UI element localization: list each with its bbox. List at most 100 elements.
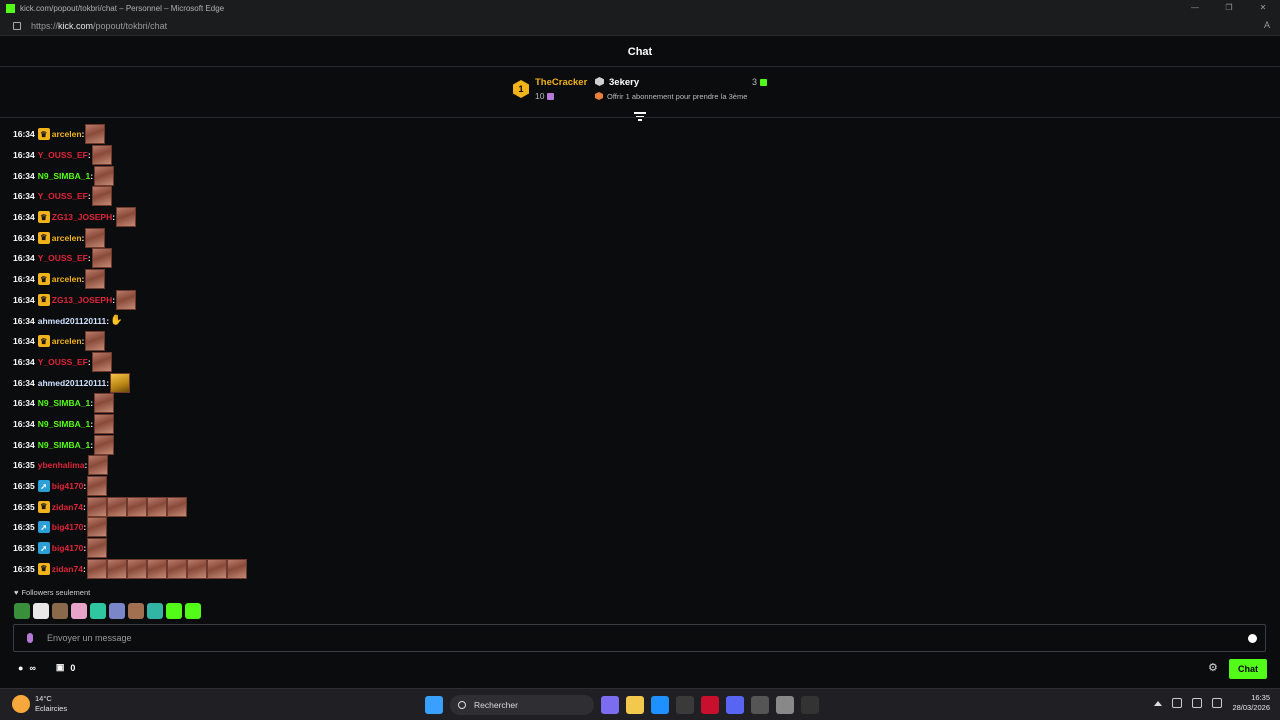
chat-emote-icon[interactable] bbox=[94, 413, 115, 434]
quick-emote-icon[interactable] bbox=[14, 603, 30, 619]
chat-emote-icon[interactable] bbox=[86, 558, 107, 579]
message-username[interactable]: ahmed201120111 bbox=[38, 378, 107, 388]
taskbar-search[interactable]: Rechercher bbox=[450, 695, 594, 715]
send-chat-button[interactable]: Chat bbox=[1229, 659, 1267, 679]
chat-emote-icon[interactable] bbox=[91, 248, 112, 269]
taskbar-app-icon[interactable] bbox=[801, 696, 819, 714]
chat-emote-icon[interactable] bbox=[146, 558, 167, 579]
chat-emote-icon[interactable] bbox=[106, 558, 127, 579]
message-username[interactable]: zidan74 bbox=[52, 564, 83, 574]
chat-emote-icon[interactable] bbox=[85, 269, 106, 290]
quick-emote-icon[interactable] bbox=[109, 603, 125, 619]
address-bar[interactable]: https:// kick.com /popout/tokbri/chat A bbox=[0, 16, 1280, 36]
chat-emote-icon[interactable] bbox=[166, 558, 187, 579]
crown-badge-icon[interactable]: ♛ bbox=[37, 273, 50, 286]
chat-emote-icon[interactable] bbox=[116, 207, 137, 228]
message-username[interactable]: Y_OUSS_EF bbox=[38, 253, 88, 263]
taskbar-app-icon[interactable] bbox=[776, 696, 794, 714]
leaderboard-second[interactable]: 3ekery bbox=[595, 77, 639, 88]
restore-button[interactable]: ❐ bbox=[1212, 0, 1246, 16]
read-aloud-icon[interactable]: A bbox=[1264, 20, 1270, 30]
windows-start-icon[interactable] bbox=[425, 696, 443, 714]
chat-emote-icon[interactable] bbox=[94, 165, 115, 186]
emoji-picker-icon[interactable] bbox=[1248, 634, 1257, 643]
crown-badge-icon[interactable]: ♛ bbox=[37, 562, 50, 575]
message-username[interactable]: big4170 bbox=[52, 543, 84, 553]
chat-emote-icon[interactable] bbox=[94, 434, 115, 455]
chat-emote-icon[interactable] bbox=[85, 331, 106, 352]
chat-emote-icon[interactable] bbox=[87, 476, 108, 497]
quick-emote-icon[interactable] bbox=[33, 603, 49, 619]
chat-emote-icon[interactable] bbox=[226, 558, 247, 579]
taskbar-app-icon[interactable] bbox=[676, 696, 694, 714]
taskbar-app-icon[interactable] bbox=[701, 696, 719, 714]
chat-emote-icon[interactable] bbox=[166, 496, 187, 517]
chat-emote-icon[interactable] bbox=[87, 517, 108, 538]
chat-emote-icon[interactable] bbox=[206, 558, 227, 579]
leaderboard-first-name[interactable]: TheCracker bbox=[535, 77, 587, 88]
message-username[interactable]: N9_SIMBA_1 bbox=[38, 398, 90, 408]
clock[interactable]: 16:35 28/03/2026 bbox=[1232, 693, 1270, 713]
quick-emote-icon[interactable] bbox=[166, 603, 182, 619]
message-username[interactable]: ZG13_JOSEPH bbox=[52, 295, 112, 305]
taskbar-app-icon[interactable] bbox=[726, 696, 744, 714]
chat-emote-icon[interactable] bbox=[85, 124, 106, 145]
quick-emote-icon[interactable] bbox=[185, 603, 201, 619]
message-username[interactable]: big4170 bbox=[52, 481, 84, 491]
weather-widget[interactable]: 14°C Eclaircies bbox=[12, 694, 67, 714]
chat-emote-icon[interactable] bbox=[91, 186, 112, 207]
message-username[interactable]: ybenhalima bbox=[38, 460, 85, 470]
network-icon[interactable] bbox=[1192, 698, 1203, 708]
message-username[interactable]: arcelen bbox=[52, 336, 82, 346]
minimize-button[interactable]: — bbox=[1178, 0, 1212, 16]
message-username[interactable]: arcelen bbox=[52, 129, 82, 139]
microphone-icon[interactable] bbox=[27, 633, 33, 643]
quick-emote-icon[interactable] bbox=[52, 603, 68, 619]
chat-emote-icon[interactable] bbox=[91, 351, 112, 372]
message-username[interactable]: Y_OUSS_EF bbox=[38, 191, 88, 201]
crown-badge-icon[interactable]: ♛ bbox=[37, 211, 50, 224]
taskbar-app-icon[interactable] bbox=[626, 696, 644, 714]
chat-emote-icon[interactable] bbox=[94, 393, 115, 414]
plane-badge-icon[interactable]: ➚ bbox=[37, 480, 50, 493]
chat-emote-icon[interactable] bbox=[87, 538, 108, 559]
quick-emote-icon[interactable] bbox=[90, 603, 106, 619]
chat-emote-icon[interactable] bbox=[110, 372, 131, 393]
leaderboard-offer[interactable]: Offrir 1 abonnement pour prendre la 3ème bbox=[595, 92, 747, 101]
message-username[interactable]: N9_SIMBA_1 bbox=[38, 419, 90, 429]
message-username[interactable]: arcelen bbox=[52, 233, 82, 243]
message-username[interactable]: Y_OUSS_EF bbox=[38, 150, 88, 160]
chat-emote-icon[interactable] bbox=[126, 558, 147, 579]
chat-emote-icon[interactable] bbox=[91, 145, 112, 166]
message-username[interactable]: Y_OUSS_EF bbox=[38, 357, 88, 367]
taskbar-app-icon[interactable] bbox=[601, 696, 619, 714]
quick-emote-icon[interactable] bbox=[71, 603, 87, 619]
chat-emote-icon[interactable] bbox=[186, 558, 207, 579]
scroll-down-filter-icon[interactable] bbox=[634, 112, 646, 121]
crown-badge-icon[interactable]: ♛ bbox=[37, 500, 50, 513]
chat-emote-icon[interactable] bbox=[88, 455, 109, 476]
chat-emote-icon[interactable] bbox=[106, 496, 127, 517]
store-icon[interactable]: ▣ bbox=[56, 662, 65, 673]
chat-emote-icon[interactable] bbox=[126, 496, 147, 517]
settings-gear-icon[interactable]: ⚙ bbox=[1208, 663, 1219, 674]
microphone-tray-icon[interactable] bbox=[1172, 698, 1183, 708]
show-hidden-icons-icon[interactable] bbox=[1154, 700, 1163, 706]
message-username[interactable]: ahmed201120111 bbox=[38, 316, 107, 326]
chat-emote-icon[interactable] bbox=[116, 289, 137, 310]
crown-badge-icon[interactable]: ♛ bbox=[37, 128, 50, 141]
crown-badge-icon[interactable]: ♛ bbox=[37, 335, 50, 348]
crown-badge-icon[interactable]: ♛ bbox=[37, 293, 50, 306]
chat-emote-icon[interactable]: ✋ bbox=[110, 315, 122, 327]
taskbar-app-icon[interactable] bbox=[751, 696, 769, 714]
close-button[interactable]: ✕ bbox=[1246, 0, 1280, 16]
lock-icon[interactable] bbox=[13, 21, 21, 30]
message-username[interactable]: N9_SIMBA_1 bbox=[38, 171, 90, 181]
plane-badge-icon[interactable]: ➚ bbox=[37, 521, 50, 534]
message-username[interactable]: N9_SIMBA_1 bbox=[38, 440, 90, 450]
message-input[interactable]: Envoyer un message bbox=[13, 624, 1266, 652]
quick-emote-icon[interactable] bbox=[128, 603, 144, 619]
users-icon[interactable]: ● bbox=[18, 663, 23, 673]
message-username[interactable]: arcelen bbox=[52, 274, 82, 284]
crown-badge-icon[interactable]: ♛ bbox=[37, 231, 50, 244]
